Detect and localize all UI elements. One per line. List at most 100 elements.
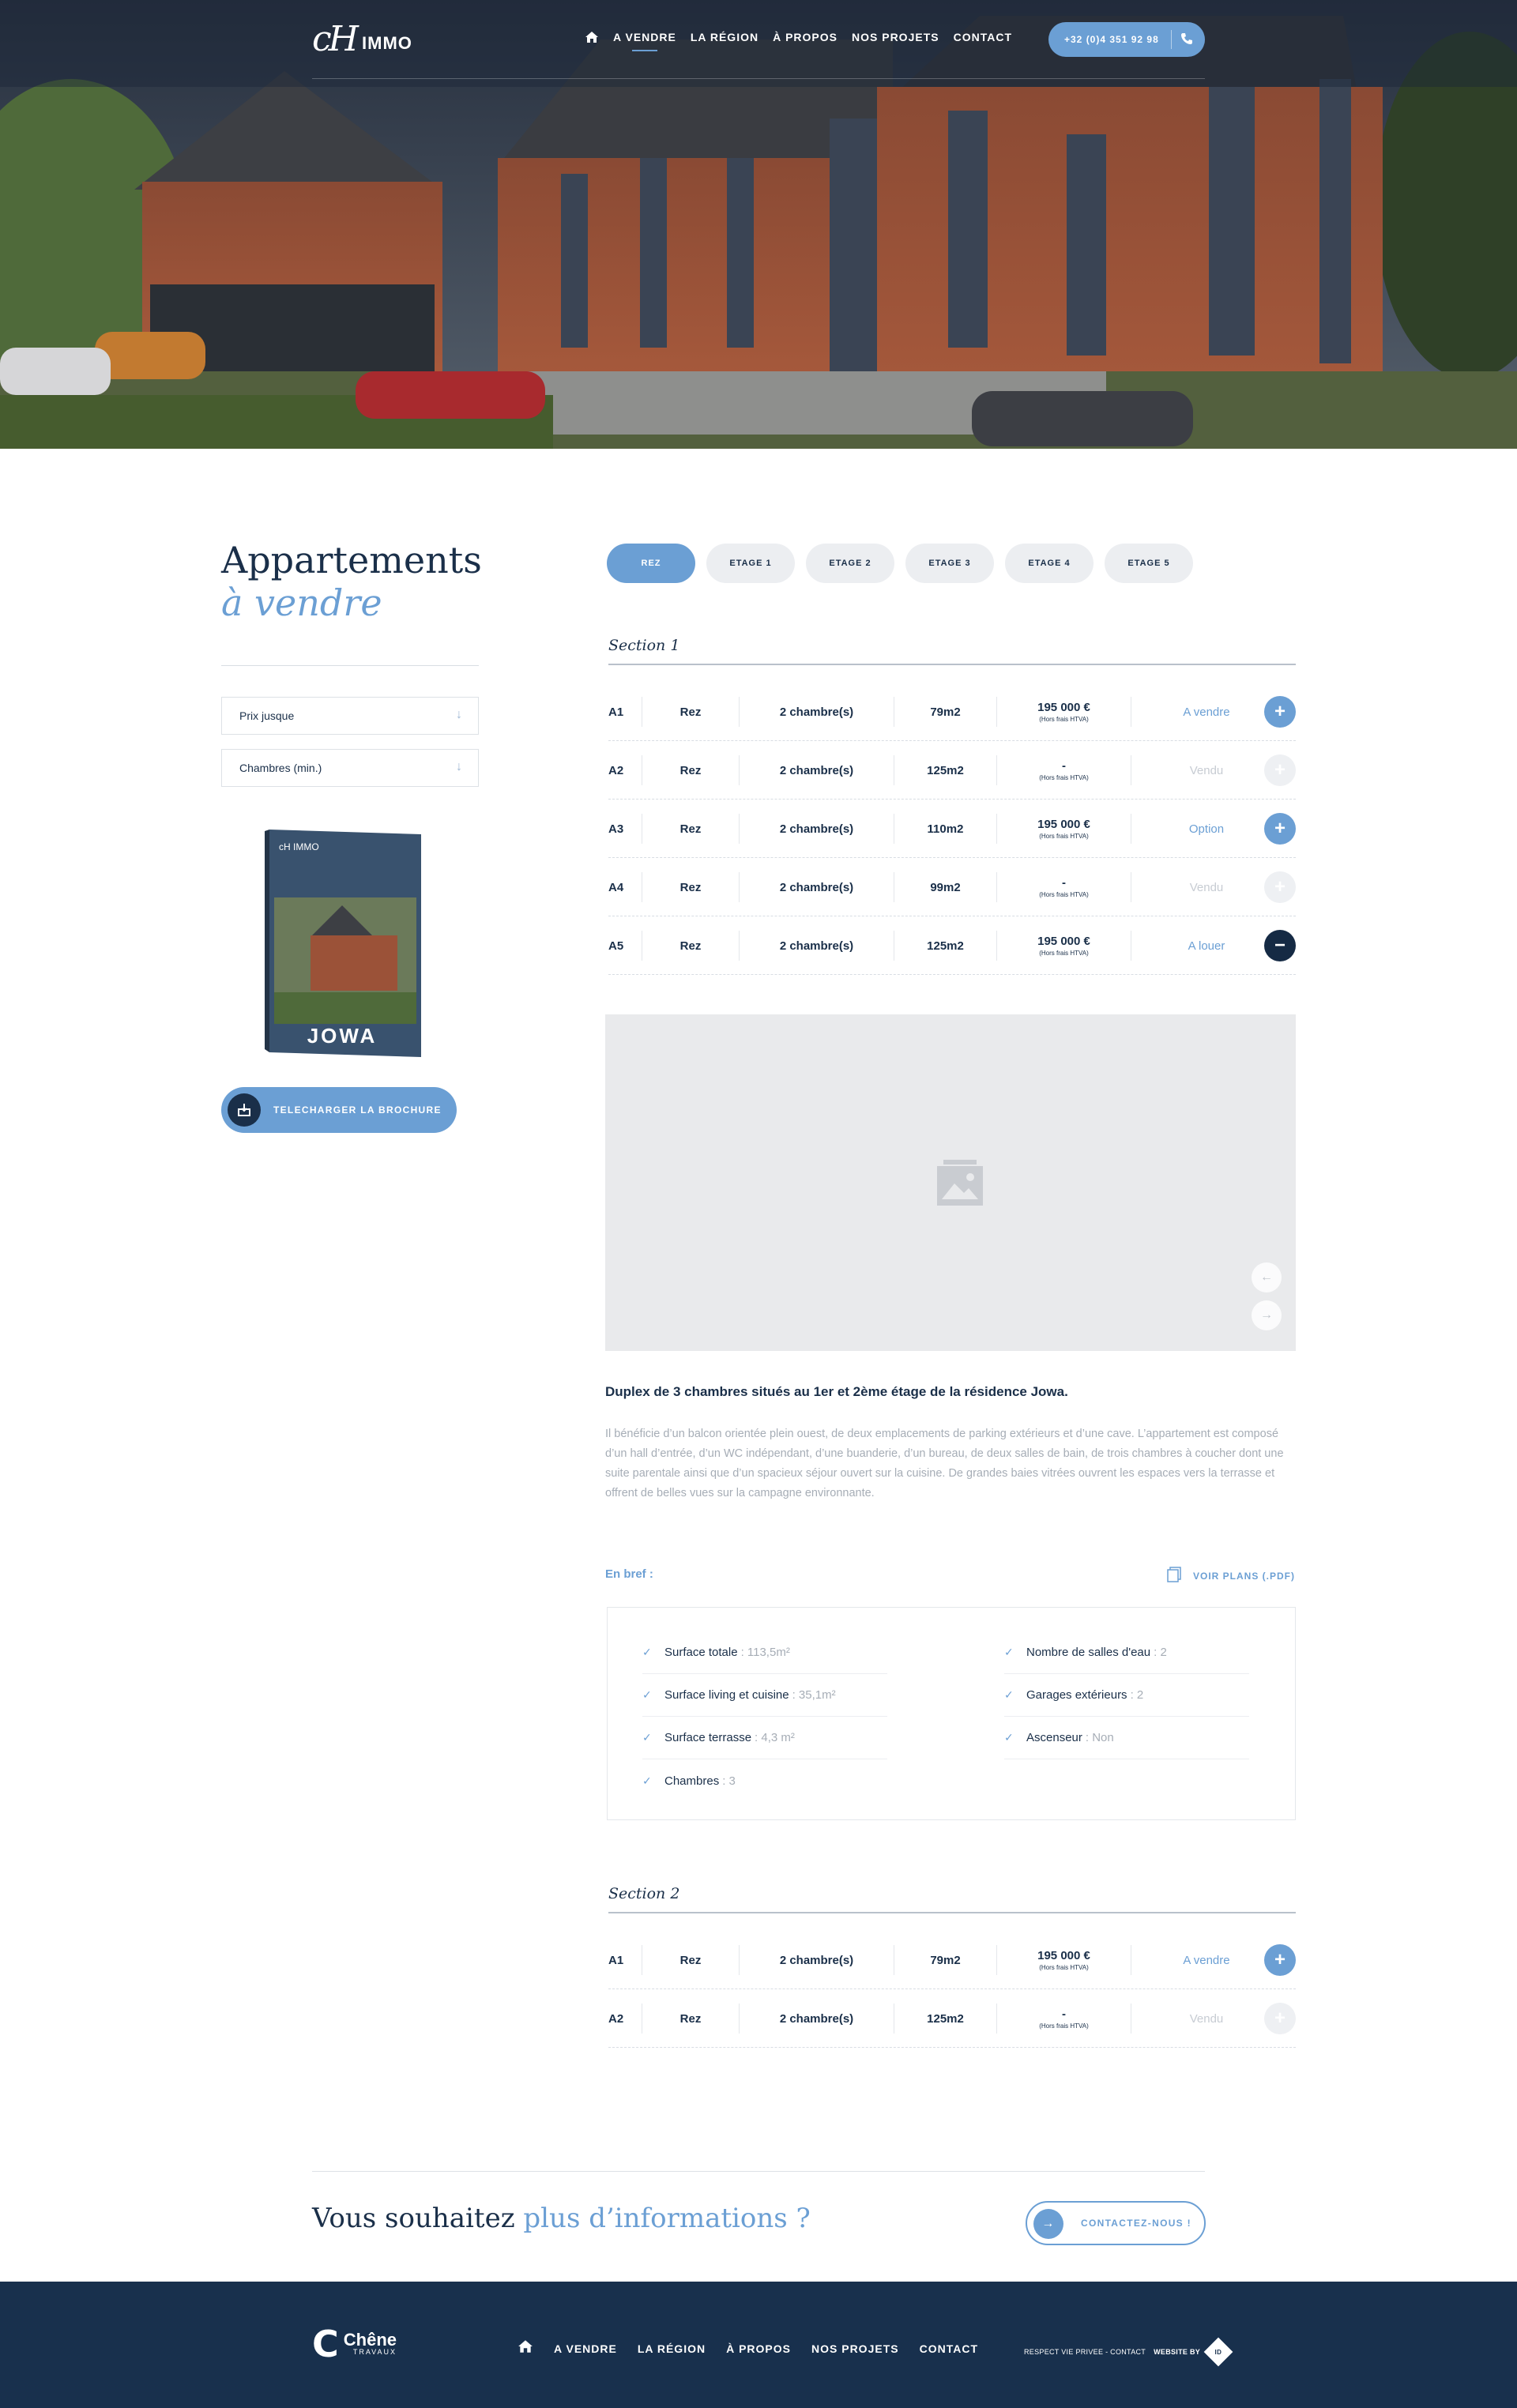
footer-logo-name: Chêne xyxy=(343,2330,397,2350)
floor: Rez xyxy=(642,697,740,727)
specs-box: ✓ Surface totale: 113,5m² ✓ Surface living… xyxy=(607,1607,1296,1820)
section-title: Section 2 xyxy=(608,1885,680,1902)
logo-text: IMMO xyxy=(362,32,412,53)
status: A vendre xyxy=(1183,1953,1230,1967)
floor: Rez xyxy=(642,931,740,961)
contact-button[interactable]: → CONTACTEZ-NOUS ! xyxy=(1026,2201,1206,2245)
footer-logo[interactable]: C Chêne TRAVAUX xyxy=(312,2326,397,2362)
agency-badge-text: ID xyxy=(1214,2348,1222,2356)
price-value: - xyxy=(1062,2007,1066,2021)
contact-button-label: CONTACTEZ-NOUS ! xyxy=(1081,2218,1191,2229)
cta-text-plain: Vous souhaitez xyxy=(312,2203,524,2234)
check-icon: ✓ xyxy=(1004,1646,1014,1658)
status: A vendre xyxy=(1183,705,1230,719)
check-icon: ✓ xyxy=(1004,1731,1014,1744)
lot-id: A1 xyxy=(608,1953,624,1967)
nav-la-region[interactable]: LA RÉGION xyxy=(691,31,758,43)
price-value: 195 000 € xyxy=(1037,701,1090,714)
table-row: A4 Rez 2 chambre(s) 99m2 - (Hors frais HT… xyxy=(608,858,1296,916)
price-value: 195 000 € xyxy=(1037,1949,1090,1962)
nav-a-propos[interactable]: À PROPOS xyxy=(773,31,838,43)
expand-button[interactable]: + xyxy=(1264,813,1296,845)
cta-divider xyxy=(312,2171,1205,2172)
divider xyxy=(221,665,479,666)
spec-label: Surface living et cuisine xyxy=(664,1688,789,1702)
price-filter[interactable]: Prix jusque ↓ xyxy=(221,697,479,735)
footer-nav-contact[interactable]: CONTACT xyxy=(920,2342,978,2355)
tab-etage-1[interactable]: ETAGE 1 xyxy=(706,544,795,583)
logo-mark: cH xyxy=(312,19,359,59)
home-icon[interactable] xyxy=(518,2338,533,2358)
spec-label: Nombre de salles d'eau xyxy=(1026,1646,1151,1659)
expand-button[interactable]: + xyxy=(1264,754,1296,786)
footer-nav-a-propos[interactable]: À PROPOS xyxy=(726,2342,791,2355)
spec-value: : 2 xyxy=(1154,1646,1167,1659)
download-label: TELECHARGER LA BROCHURE xyxy=(273,1104,442,1116)
nav-contact[interactable]: CONTACT xyxy=(954,31,1012,43)
expand-button[interactable]: + xyxy=(1264,2003,1296,2034)
view-plans-link[interactable]: VOIR PLANS (.PDF) xyxy=(1166,1567,1295,1585)
page-title-line2: à vendre xyxy=(221,581,382,624)
brochure-logo: cH IMMO xyxy=(279,841,319,852)
tab-etage-2[interactable]: ETAGE 2 xyxy=(806,544,894,583)
price-note: (Hors frais HTVA) xyxy=(1039,833,1089,840)
download-brochure-button[interactable]: TELECHARGER LA BROCHURE xyxy=(221,1087,457,1133)
hero-image: cH IMMO A VENDRE LA RÉGION À PROPOS NOS … xyxy=(0,0,1517,449)
tab-etage-4[interactable]: ETAGE 4 xyxy=(1005,544,1094,583)
expand-button[interactable]: + xyxy=(1264,1944,1296,1976)
arrow-left-icon[interactable]: ← xyxy=(1252,1262,1282,1292)
floor: Rez xyxy=(642,755,740,785)
home-icon[interactable] xyxy=(585,30,599,44)
status: A louer xyxy=(1188,939,1225,953)
check-icon: ✓ xyxy=(642,1688,652,1701)
download-icon xyxy=(228,1093,261,1127)
site-logo[interactable]: cH IMMO xyxy=(312,19,412,59)
agency-badge-icon[interactable]: ID xyxy=(1203,2337,1233,2367)
spec-item: ✓ Nombre de salles d'eau: 2 xyxy=(1004,1631,1249,1674)
rooms-filter-label: Chambres (min.) xyxy=(239,762,322,774)
phone-button[interactable]: +32 (0)4 351 92 98 xyxy=(1048,22,1205,57)
footer-nav-la-region[interactable]: LA RÉGION xyxy=(638,2342,706,2355)
price: 195 000 € (Hors frais HTVA) xyxy=(997,814,1131,844)
check-icon: ✓ xyxy=(1004,1688,1014,1701)
arrow-down-icon: ↓ xyxy=(456,708,462,721)
collapse-button[interactable]: − xyxy=(1264,930,1296,961)
nav-a-vendre[interactable]: A VENDRE xyxy=(613,31,676,51)
status: Option xyxy=(1188,822,1225,836)
section-divider xyxy=(608,664,1296,665)
rooms: 2 chambre(s) xyxy=(740,1945,894,1975)
price-filter-label: Prix jusque xyxy=(239,709,295,722)
tab-rez[interactable]: REZ xyxy=(607,544,695,583)
spec-label: Garages extérieurs xyxy=(1026,1688,1127,1702)
apartment-gallery[interactable]: ← → xyxy=(605,1014,1296,1351)
table-row: A1 Rez 2 chambre(s) 79m2 195 000 € (Hors … xyxy=(608,1931,1296,1989)
nav-nos-projets[interactable]: NOS PROJETS xyxy=(852,31,939,43)
spec-value: : 4,3 m² xyxy=(755,1731,795,1744)
expand-button[interactable]: + xyxy=(1264,871,1296,903)
spec-value: : 113,5m² xyxy=(740,1646,790,1659)
arrow-right-icon[interactable]: → xyxy=(1252,1300,1282,1330)
tab-etage-3[interactable]: ETAGE 3 xyxy=(905,544,994,583)
footer-nav-a-vendre[interactable]: A VENDRE xyxy=(554,2342,617,2355)
brochure-cover[interactable]: JOWA cH IMMO xyxy=(263,826,426,1060)
view-plans-label: VOIR PLANS (.PDF) xyxy=(1193,1570,1296,1582)
bref-label: En bref : xyxy=(605,1567,653,1581)
area: 125m2 xyxy=(894,755,997,785)
legal-links[interactable]: RESPECT VIE PRIVEE - CONTACT xyxy=(1024,2348,1146,2356)
price-value: 195 000 € xyxy=(1037,818,1090,831)
lot-id: A3 xyxy=(608,822,624,836)
rooms: 2 chambre(s) xyxy=(740,755,894,785)
area: 79m2 xyxy=(894,697,997,727)
footer-nav-nos-projets[interactable]: NOS PROJETS xyxy=(811,2342,899,2355)
lot-id: A2 xyxy=(608,2011,624,2026)
rooms: 2 chambre(s) xyxy=(740,931,894,961)
website-by-label: WEBSITE BY xyxy=(1154,2348,1201,2356)
rooms: 2 chambre(s) xyxy=(740,697,894,727)
floor: Rez xyxy=(642,814,740,844)
price-note: (Hors frais HTVA) xyxy=(1039,891,1089,898)
floor: Rez xyxy=(642,1945,740,1975)
area: 79m2 xyxy=(894,1945,997,1975)
expand-button[interactable]: + xyxy=(1264,696,1296,728)
rooms-filter[interactable]: Chambres (min.) ↓ xyxy=(221,749,479,787)
tab-etage-5[interactable]: ETAGE 5 xyxy=(1105,544,1193,583)
